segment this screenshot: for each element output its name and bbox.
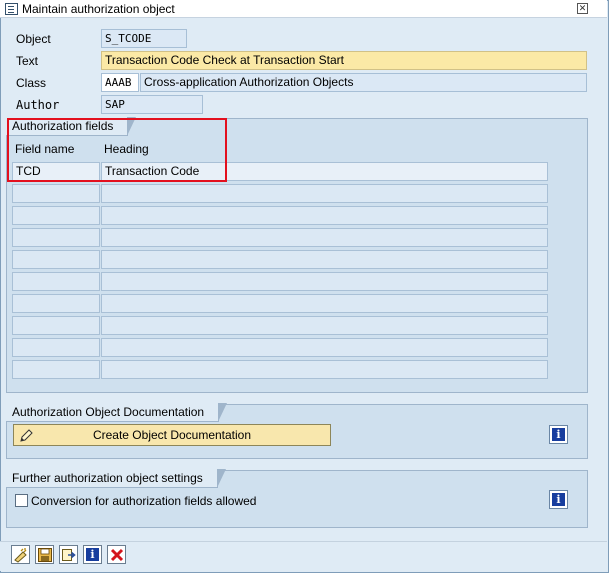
title-bar: Maintain authorization object ✕ — [0, 0, 607, 18]
save-icon — [38, 548, 52, 562]
heading-cell[interactable] — [101, 206, 548, 225]
info-button[interactable]: i — [83, 545, 102, 564]
field-name-cell[interactable]: TCD — [12, 162, 100, 181]
field-name-cell[interactable] — [12, 360, 100, 379]
cancel-button[interactable] — [107, 545, 126, 564]
heading-cell[interactable] — [101, 360, 548, 379]
close-button[interactable]: ✕ — [577, 3, 588, 14]
create-documentation-button[interactable]: Create Object Documentation — [13, 424, 331, 446]
column-header-heading: Heading — [104, 142, 149, 156]
heading-cell[interactable]: Transaction Code — [101, 162, 548, 181]
info-icon: i — [552, 428, 565, 441]
class-label: Class — [16, 76, 47, 90]
author-field: SAP — [101, 95, 203, 114]
pencil-icon — [20, 429, 33, 442]
save-button[interactable] — [35, 545, 54, 564]
heading-cell[interactable] — [101, 338, 548, 357]
heading-cell[interactable] — [101, 228, 548, 247]
window-icon — [5, 3, 18, 15]
text-label: Text — [16, 54, 39, 68]
conversion-checkbox[interactable] — [15, 494, 28, 507]
class-description: Cross-application Authorization Objects — [140, 73, 587, 92]
info-icon: i — [552, 493, 565, 506]
settings-info-button[interactable]: i — [549, 490, 568, 509]
text-field[interactable]: Transaction Code Check at Transaction St… — [101, 51, 587, 70]
heading-cell[interactable] — [101, 272, 548, 291]
check-button[interactable] — [11, 545, 30, 564]
navigate-icon — [62, 549, 76, 561]
field-name-cell[interactable] — [12, 272, 100, 291]
field-name-cell[interactable] — [12, 228, 100, 247]
field-name-cell[interactable] — [12, 184, 100, 203]
create-documentation-label: Create Object Documentation — [92, 428, 252, 442]
field-name-cell[interactable] — [12, 250, 100, 269]
field-name-cell[interactable] — [12, 294, 100, 313]
heading-cell[interactable] — [101, 316, 548, 335]
heading-cell[interactable] — [101, 184, 548, 203]
object-label: Object — [16, 32, 51, 46]
heading-cell[interactable] — [101, 294, 548, 313]
check-icon — [14, 548, 27, 563]
info-icon: i — [86, 548, 99, 561]
cancel-icon — [110, 548, 124, 562]
authorization-fields-title: Authorization fields — [6, 117, 137, 136]
navigate-button[interactable] — [59, 545, 78, 564]
conversion-checkbox-label: Conversion for authorization fields allo… — [31, 494, 257, 508]
window-title: Maintain authorization object — [22, 2, 175, 16]
column-header-field-name: Field name — [15, 142, 75, 156]
documentation-title: Authorization Object Documentation — [6, 403, 228, 422]
documentation-info-button[interactable]: i — [549, 425, 568, 444]
field-name-cell[interactable] — [12, 338, 100, 357]
heading-cell[interactable] — [101, 250, 548, 269]
settings-title: Further authorization object settings — [6, 469, 226, 488]
field-name-cell[interactable] — [12, 206, 100, 225]
class-code-field[interactable]: AAAB — [101, 73, 139, 92]
object-field[interactable]: S_TCODE — [101, 29, 187, 48]
field-name-cell[interactable] — [12, 316, 100, 335]
author-label: Author — [16, 98, 60, 112]
